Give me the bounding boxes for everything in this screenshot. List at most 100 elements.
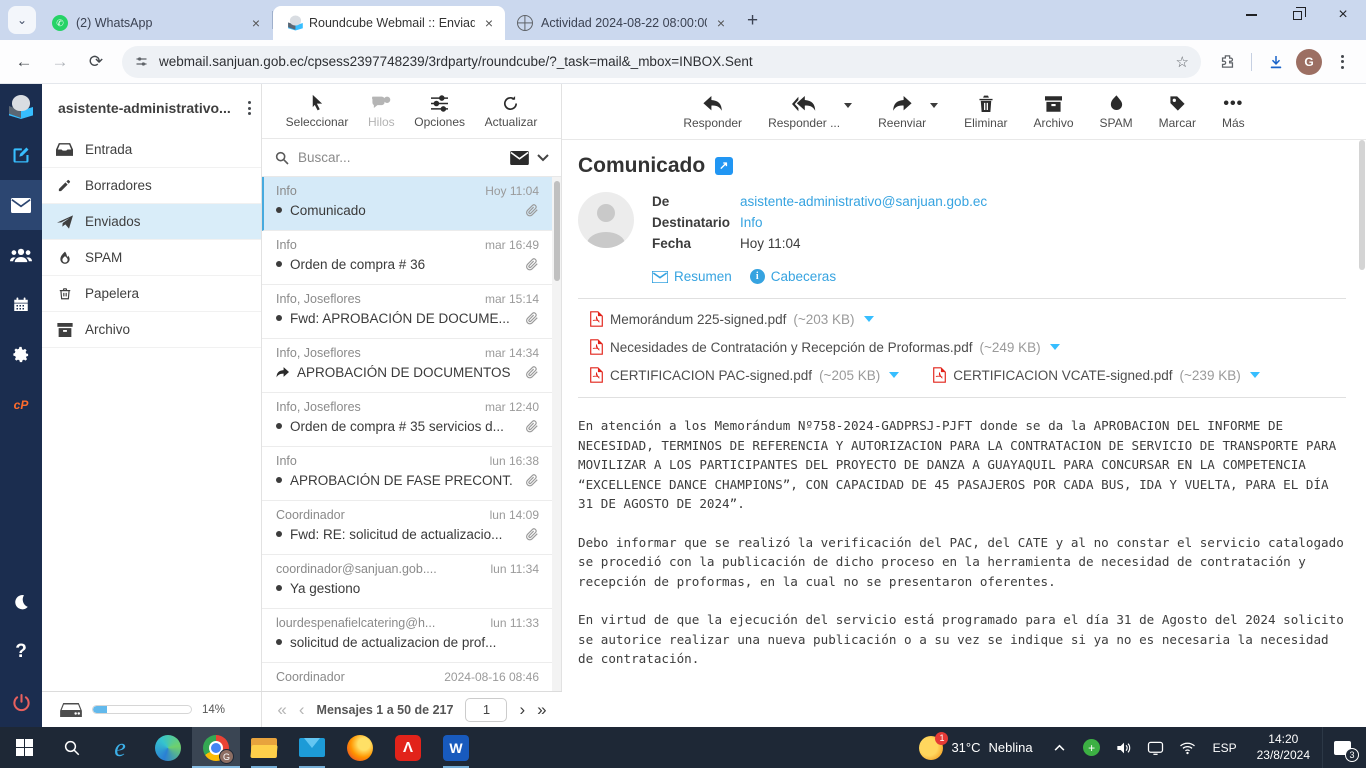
prev-page-button[interactable]: ‹ (299, 701, 305, 718)
message-row[interactable]: Info lun 16:38 APROBACIÓN DE FASE PRECONT… (262, 447, 561, 501)
attachment-menu-icon[interactable] (889, 372, 900, 378)
internet-explorer-icon[interactable]: e (96, 727, 144, 768)
spam-button[interactable]: SPAM (1100, 94, 1133, 130)
message-row[interactable]: lourdespenafielcatering@h... lun 11:33 so… (262, 609, 561, 663)
word-icon[interactable]: W (432, 727, 480, 768)
mail-nav-button[interactable] (0, 180, 42, 230)
contacts-nav-button[interactable] (0, 230, 42, 280)
browser-menu-icon[interactable] (1326, 46, 1358, 78)
page-number-input[interactable] (465, 697, 508, 722)
message-row[interactable]: Info, Joseflores mar 12:40 Orden de compr… (262, 393, 561, 447)
url-bar[interactable]: webmail.sanjuan.gob.ec/cpsess2397748239/… (122, 45, 1201, 78)
start-button[interactable] (0, 727, 48, 768)
clock[interactable]: 14:20 23/8/2024 (1247, 732, 1320, 763)
tab-actividad[interactable]: Actividad 2024-08-22 08:00:00 × (505, 6, 737, 40)
sidebar-item-entrada[interactable]: Entrada (42, 132, 261, 168)
restore-button[interactable] (1274, 0, 1320, 30)
forward-button[interactable]: Reenviar (878, 94, 926, 130)
settings-nav-button[interactable] (0, 330, 42, 380)
reply-all-dropdown-icon[interactable] (844, 102, 853, 108)
tab-roundcube[interactable]: Roundcube Webmail :: Enviados × (273, 6, 505, 40)
help-button[interactable]: ? (0, 627, 42, 677)
more-button[interactable]: ••• Más (1222, 94, 1245, 130)
summary-link[interactable]: Resumen (652, 269, 732, 284)
close-tab-icon[interactable]: × (483, 15, 495, 31)
sidebar-item-borradores[interactable]: Borradores (42, 168, 261, 204)
search-scope-mail-icon[interactable] (510, 150, 529, 165)
close-button[interactable]: × (1320, 0, 1366, 30)
keyboard-language[interactable]: ESP (1205, 741, 1245, 755)
from-address-link[interactable]: asistente-administrativo@sanjuan.gob.ec (740, 194, 987, 209)
sidebar-item-enviados[interactable]: Enviados (42, 204, 261, 240)
antivirus-icon[interactable]: + (1077, 739, 1107, 756)
attachment-menu-icon[interactable] (1049, 344, 1060, 350)
chrome-icon[interactable]: G (192, 727, 240, 768)
downloads-icon[interactable] (1260, 46, 1292, 78)
refresh-button[interactable]: Actualizar (485, 93, 537, 129)
attachment-item[interactable]: Necesidades de Contratación y Recepción … (590, 339, 1060, 355)
reply-button[interactable]: Responder (683, 94, 742, 130)
next-page-button[interactable]: › (519, 701, 525, 718)
tray-expand-icon[interactable] (1045, 744, 1075, 751)
new-tab-button[interactable]: + (747, 10, 758, 32)
message-row[interactable]: Coordinador 2024-08-16 08:46 (262, 663, 561, 691)
first-page-button[interactable]: « (277, 701, 286, 718)
action-center-button[interactable]: 3 (1322, 727, 1362, 768)
list-scrollbar[interactable] (552, 176, 561, 691)
message-row[interactable]: Info Hoy 11:04 Comunicado (262, 176, 561, 231)
forward-dropdown-icon[interactable] (930, 102, 939, 108)
edge-icon[interactable] (144, 727, 192, 768)
attachment-item[interactable]: Memorándum 225-signed.pdf (~203 KB) (590, 311, 874, 327)
volume-icon[interactable] (1109, 741, 1139, 755)
attachment-menu-icon[interactable] (863, 316, 874, 322)
message-row[interactable]: Coordinador lun 14:09 Fwd: RE: solicitud … (262, 501, 561, 555)
message-row[interactable]: Info mar 16:49 Orden de compra # 36 (262, 231, 561, 285)
attachment-item[interactable]: CERTIFICACION VCATE-signed.pdf (~239 KB) (933, 367, 1260, 383)
mail-app-icon[interactable] (288, 727, 336, 768)
minimize-button[interactable] (1228, 0, 1274, 30)
sidebar-item-archivo[interactable]: Archivo (42, 312, 261, 348)
sidebar-item-papelera[interactable]: Papelera (42, 276, 261, 312)
search-input[interactable] (298, 150, 502, 166)
taskbar-search-button[interactable] (48, 727, 96, 768)
reply-all-button[interactable]: Responder ... (768, 94, 840, 130)
open-in-new-window-icon[interactable] (715, 157, 734, 175)
delete-button[interactable]: Eliminar (964, 94, 1007, 130)
tab-whatsapp[interactable]: ✆ (2) WhatsApp × (40, 6, 272, 40)
site-settings-icon[interactable] (134, 54, 149, 69)
search-options-chevron-icon[interactable] (537, 153, 549, 162)
to-address-link[interactable]: Info (740, 215, 763, 230)
dark-mode-toggle[interactable] (0, 577, 42, 627)
archive-button[interactable]: Archivo (1033, 94, 1074, 130)
last-page-button[interactable]: » (537, 701, 546, 718)
options-button[interactable]: Opciones (414, 93, 465, 129)
forward-button[interactable]: → (44, 46, 76, 78)
acrobat-icon[interactable]: Λ (384, 727, 432, 768)
attachment-menu-icon[interactable] (1249, 372, 1260, 378)
profile-avatar[interactable]: G (1296, 48, 1322, 75)
file-explorer-icon[interactable] (240, 727, 288, 768)
reload-button[interactable]: ⟳ (80, 46, 112, 78)
back-button[interactable]: ← (8, 46, 40, 78)
logout-button[interactable] (0, 677, 42, 727)
compose-button[interactable] (0, 130, 42, 180)
calendar-nav-button[interactable] (0, 280, 42, 330)
headers-link[interactable]: i Cabeceras (749, 269, 836, 284)
message-row[interactable]: Info, Joseflores mar 14:34 APROBACIÓN DE … (262, 339, 561, 393)
cast-device-icon[interactable] (1141, 741, 1171, 755)
firefox-icon[interactable] (336, 727, 384, 768)
extensions-icon[interactable] (1211, 46, 1243, 78)
select-button[interactable]: Seleccionar (286, 93, 348, 129)
folder-menu-icon[interactable] (248, 101, 251, 115)
close-tab-icon[interactable]: × (250, 15, 262, 31)
threads-button[interactable]: Hilos (368, 93, 395, 129)
tab-search-button[interactable]: ⌄ (8, 6, 36, 34)
message-row[interactable]: Info, Joseflores mar 15:14 Fwd: APROBACIÓ… (262, 285, 561, 339)
attachment-item[interactable]: CERTIFICACION PAC-signed.pdf (~205 KB) (590, 367, 900, 383)
message-row[interactable]: coordinador@sanjuan.gob.... lun 11:34 Ya … (262, 555, 561, 609)
cpanel-icon[interactable]: cP (0, 380, 42, 430)
weather-widget[interactable]: 1 31°C Neblina (909, 731, 1042, 760)
wifi-icon[interactable] (1173, 741, 1203, 755)
close-tab-icon[interactable]: × (715, 15, 727, 31)
mark-button[interactable]: Marcar (1159, 94, 1196, 130)
